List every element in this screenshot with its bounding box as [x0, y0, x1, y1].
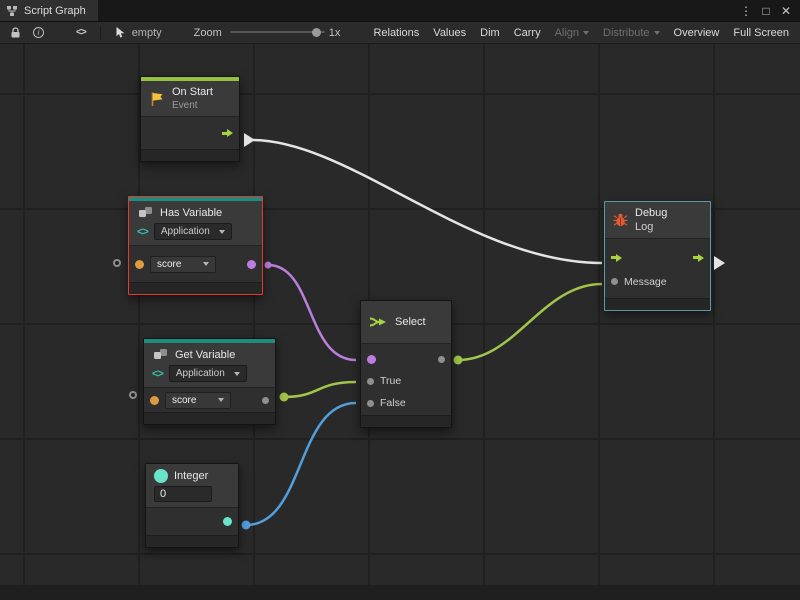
integer-value-input[interactable]: 0 [154, 486, 212, 502]
wire-hasvariable-to-select-condition[interactable] [268, 265, 356, 360]
zoom-slider[interactable] [230, 26, 325, 39]
unconnected-port-indicator[interactable] [129, 391, 137, 399]
tab-script-graph[interactable]: Script Graph [0, 0, 98, 21]
distribute-dropdown[interactable]: Distribute [596, 22, 666, 43]
graph-toolbar: i <> empty Zoom 1x Relations Values Dim … [0, 22, 800, 44]
bug-icon [613, 213, 628, 227]
info-icon[interactable]: i [33, 27, 44, 38]
values-button[interactable]: Values [426, 22, 473, 43]
dim-button[interactable]: Dim [473, 22, 507, 43]
chevron-down-icon [654, 31, 660, 35]
chevron-down-icon [219, 230, 225, 234]
zoom-label: Zoom [194, 27, 222, 39]
variable-name-field[interactable]: score [150, 256, 216, 273]
node-title: On Start [172, 86, 213, 98]
script-graph-icon [6, 5, 18, 17]
node-subtitle: Event [172, 100, 213, 111]
fullscreen-button[interactable]: Full Screen [726, 22, 796, 43]
node-footer [144, 412, 275, 424]
node-select[interactable]: Select True False [360, 300, 452, 428]
wire-endpoint [454, 356, 463, 365]
node-on-start[interactable]: On Start Event [140, 76, 240, 162]
node-footer [361, 415, 451, 427]
code-brackets-icon: <> [137, 226, 148, 238]
toolbar-separator [100, 26, 101, 40]
variable-name-field[interactable]: score [165, 392, 231, 409]
wire-endpoint [265, 262, 272, 269]
lock-icon[interactable] [10, 27, 21, 39]
graph-canvas[interactable]: On Start Event Has Variable <> [0, 44, 800, 600]
wire-endpoint [280, 393, 289, 402]
flow-input-port[interactable] [611, 254, 622, 262]
chevron-down-icon [203, 262, 209, 266]
chevron-down-icon [234, 372, 240, 376]
flow-output-port[interactable] [693, 254, 704, 262]
overview-button[interactable]: Overview [667, 22, 727, 43]
node-footer [146, 535, 238, 547]
false-input-port[interactable] [367, 400, 374, 407]
unconnected-port-indicator[interactable] [113, 259, 121, 267]
node-title: Integer [174, 470, 208, 482]
flow-continue-triangle [714, 256, 725, 270]
port-label: Message [624, 276, 667, 288]
wire-select-to-debuglog-message[interactable] [458, 284, 602, 360]
wire-onstart-to-debuglog[interactable] [252, 140, 602, 263]
selection-output-port[interactable] [438, 356, 445, 363]
variable-scope-dropdown[interactable]: Application [169, 365, 247, 382]
variables-icon [137, 206, 154, 219]
code-icon[interactable]: <> [76, 27, 86, 38]
window-titlebar: Script Graph ⋮ □ ✕ [0, 0, 800, 22]
relations-button[interactable]: Relations [366, 22, 426, 43]
zoom-slider-track[interactable] [230, 31, 325, 33]
maximize-icon[interactable]: □ [758, 4, 774, 18]
node-footer [141, 149, 239, 161]
chevron-down-icon [583, 31, 589, 35]
port-label: True [380, 375, 401, 387]
carry-button[interactable]: Carry [507, 22, 548, 43]
zoom-slider-handle[interactable] [312, 28, 321, 37]
flow-output-port[interactable] [222, 129, 233, 137]
node-title: Has Variable [160, 207, 222, 219]
true-input-port[interactable] [367, 378, 374, 385]
wire-getvariable-to-select-true[interactable] [284, 382, 356, 397]
name-input-port[interactable] [135, 260, 144, 269]
variables-icon [152, 348, 169, 361]
flow-continue-triangle [244, 133, 255, 147]
node-subtitle: Log [635, 221, 667, 233]
chevron-down-icon [218, 398, 224, 402]
node-footer [605, 298, 710, 310]
close-icon[interactable]: ✕ [778, 4, 794, 18]
port-label: False [380, 397, 406, 409]
value-output-port[interactable] [262, 397, 269, 404]
variable-scope-dropdown[interactable]: Application [154, 223, 232, 240]
integer-type-icon [154, 469, 168, 483]
window-controls: ⋮ □ ✕ [738, 4, 800, 18]
message-input-port[interactable] [611, 278, 618, 285]
node-title: Select [395, 316, 426, 328]
align-dropdown[interactable]: Align [548, 22, 596, 43]
node-get-variable[interactable]: Get Variable <> Application score [143, 338, 276, 425]
pointer-target-label: empty [132, 27, 162, 39]
toolbar-buttons: Relations Values Dim Carry Align Distrib… [366, 22, 796, 43]
node-title: Debug [635, 207, 667, 219]
tab-title: Script Graph [24, 5, 86, 17]
bool-output-port[interactable] [247, 260, 256, 269]
condition-input-port[interactable] [367, 355, 376, 364]
node-debug-log[interactable]: Debug Log Message [604, 201, 711, 311]
node-has-variable[interactable]: Has Variable <> Application score [128, 196, 263, 295]
node-integer[interactable]: Integer 0 [145, 463, 239, 548]
select-merge-icon [369, 315, 388, 329]
flag-icon [149, 91, 165, 107]
menu-icon[interactable]: ⋮ [738, 4, 754, 18]
code-brackets-icon: <> [152, 368, 163, 380]
node-footer [129, 282, 262, 294]
zoom-value: 1x [329, 27, 341, 39]
name-input-port[interactable] [150, 396, 159, 405]
canvas-edge [0, 585, 800, 600]
int-output-port[interactable] [223, 517, 232, 526]
node-title: Get Variable [175, 349, 235, 361]
pointer-cursor-icon [115, 26, 126, 39]
wire-endpoint [242, 521, 251, 530]
